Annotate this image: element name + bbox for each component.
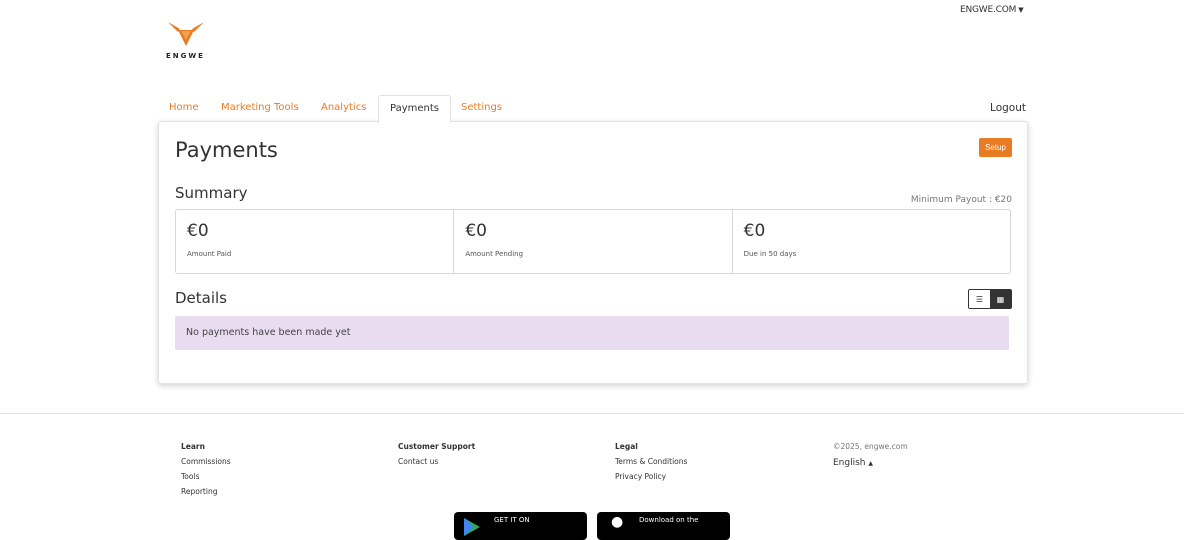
empty-payments-alert: No payments have been made yet [175, 316, 1009, 350]
summary-due: €0 Due in 50 days [733, 210, 1010, 273]
footer-link-terms[interactable]: Terms & Conditions [615, 454, 687, 469]
grid-view-icon[interactable]: ▦ [990, 290, 1011, 308]
app-store-text: Download on the [639, 516, 699, 524]
summary-box: €0 Amount Paid €0 Amount Pending €0 Due … [175, 209, 1011, 274]
footer-link-contact[interactable]: Contact us [398, 454, 475, 469]
tab-marketing-tools[interactable]: Marketing Tools [210, 95, 310, 121]
logout-link[interactable]: Logout [990, 95, 1026, 121]
app-store-badge[interactable]: ● Download on the [597, 512, 730, 540]
amount-pending-label: Amount Pending [465, 250, 524, 258]
apple-icon: ● [611, 514, 624, 530]
summary-amount-paid: €0 Amount Paid [176, 210, 455, 273]
footer-link-privacy[interactable]: Privacy Policy [615, 469, 687, 484]
summary-amount-pending: €0 Amount Pending [454, 210, 733, 273]
google-play-icon [464, 518, 480, 536]
tab-analytics[interactable]: Analytics [310, 95, 377, 121]
logo-icon [168, 22, 204, 46]
footer-support-heading: Customer Support [398, 442, 476, 451]
footer-divider [0, 413, 1184, 414]
empty-payments-message: No payments have been made yet [186, 327, 351, 338]
amount-pending-value: €0 [465, 221, 487, 241]
tab-home[interactable]: Home [158, 95, 210, 121]
footer-learn: Learn Commissions Tools Reporting [181, 439, 231, 499]
copyright: ©2025, engwe.com [833, 442, 908, 451]
tab-payments[interactable]: Payments [378, 95, 451, 123]
setup-button[interactable]: Setup [979, 138, 1012, 157]
store-label: ENGWE.COM [960, 5, 1017, 15]
footer-meta: ©2025, engwe.com English ▲ [833, 439, 908, 471]
footer-legal-heading: Legal [615, 442, 638, 451]
page-title: Payments [175, 138, 278, 162]
footer-link-tools[interactable]: Tools [181, 469, 231, 484]
footer-legal: Legal Terms & Conditions Privacy Policy [615, 439, 687, 484]
footer-learn-heading: Learn [181, 442, 205, 451]
view-toggle: ☰ ▦ [968, 289, 1012, 309]
minimum-payout: Minimum Payout : €20 [910, 195, 1012, 205]
amount-paid-value: €0 [187, 221, 209, 241]
payments-card: Payments Setup Summary Minimum Payout : … [158, 121, 1028, 384]
store-selector[interactable]: ENGWE.COM ▼ [960, 5, 1024, 15]
tab-settings[interactable]: Settings [450, 95, 513, 121]
list-view-icon[interactable]: ☰ [969, 290, 990, 308]
logo-text: ENGWE [166, 52, 205, 60]
nav-tabs: Home Marketing Tools Analytics Payments … [158, 95, 1026, 123]
caret-down-icon: ▼ [1018, 6, 1024, 14]
footer-link-reporting[interactable]: Reporting [181, 484, 231, 499]
summary-heading: Summary [175, 184, 248, 202]
google-play-badge[interactable]: GET IT ON [454, 512, 587, 540]
google-play-text: GET IT ON [494, 516, 530, 524]
language-selector[interactable]: English ▲ [833, 456, 908, 471]
due-value: €0 [743, 221, 766, 241]
amount-paid-label: Amount Paid [187, 250, 232, 258]
footer-support: Customer Support Contact us [398, 439, 475, 469]
logo[interactable]: ENGWE [166, 20, 222, 64]
footer-link-commissions[interactable]: Commissions [181, 454, 231, 469]
caret-up-icon: ▲ [868, 460, 873, 467]
language-label: English [833, 458, 866, 468]
due-label: Due in 50 days [743, 250, 797, 258]
details-heading: Details [175, 289, 228, 307]
